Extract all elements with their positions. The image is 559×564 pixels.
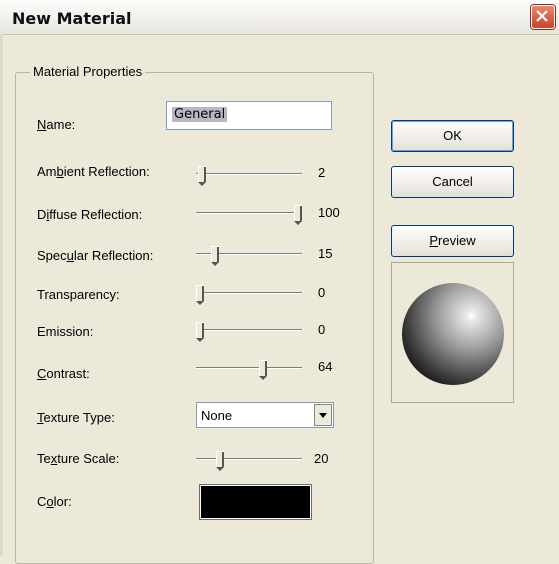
specular-reflection-slider[interactable]	[196, 246, 302, 266]
color-label: Color:	[37, 494, 72, 509]
title-bar: New Material	[0, 0, 559, 35]
texture-type-value: None	[201, 408, 233, 423]
slider-track	[196, 458, 302, 460]
slider-thumb[interactable]	[215, 451, 224, 471]
diffuse-reflection-label: Diffuse Reflection:	[37, 207, 143, 222]
slider-thumb[interactable]	[294, 205, 302, 225]
cancel-button[interactable]: Cancel	[391, 166, 514, 198]
specular-reflection-label: Specular Reflection:	[37, 248, 154, 263]
name-label-rest: ame:	[46, 117, 76, 132]
slider-thumb[interactable]	[196, 322, 204, 342]
preview-panel	[391, 262, 514, 403]
texture-type-label: Texture Type:	[37, 410, 115, 425]
slider-thumb[interactable]	[197, 166, 206, 186]
emission-slider[interactable]	[196, 322, 302, 342]
window-title: New Material	[12, 9, 132, 28]
close-button[interactable]	[531, 5, 555, 29]
ok-button[interactable]: OK	[391, 120, 514, 152]
name-value: General	[172, 107, 228, 122]
transparency-slider[interactable]	[196, 285, 302, 305]
slider-track	[196, 329, 302, 331]
emission-label: Emission:	[37, 324, 94, 339]
slider-track	[196, 212, 302, 214]
material-properties-group	[15, 72, 374, 564]
slider-thumb[interactable]	[210, 246, 219, 266]
slider-track	[196, 173, 302, 175]
ambient-reflection-label: Ambient Reflection:	[37, 164, 150, 179]
color-swatch[interactable]	[200, 485, 311, 519]
transparency-value: 0	[318, 285, 326, 300]
name-label: Name:	[37, 117, 76, 132]
window-border	[0, 34, 3, 556]
texture-scale-label: Texture Scale:	[37, 451, 120, 466]
transparency-label: Transparency:	[37, 287, 120, 302]
slider-thumb[interactable]	[196, 285, 204, 305]
group-label: Material Properties	[30, 64, 146, 79]
slider-track	[196, 367, 302, 369]
texture-scale-slider[interactable]	[196, 451, 302, 471]
specular-reflection-value: 15	[318, 246, 333, 261]
diffuse-reflection-slider[interactable]	[196, 205, 302, 225]
ambient-reflection-slider[interactable]	[196, 166, 302, 186]
chevron-down-icon[interactable]	[314, 404, 332, 426]
sphere-preview	[402, 283, 504, 385]
contrast-value: 64	[318, 359, 333, 374]
diffuse-reflection-value: 100	[318, 205, 340, 220]
emission-value: 0	[318, 322, 326, 337]
slider-track	[196, 292, 302, 294]
preview-button[interactable]: Preview	[391, 225, 514, 257]
texture-scale-value: 20	[314, 451, 329, 466]
close-icon	[536, 10, 548, 22]
slider-thumb[interactable]	[258, 360, 267, 380]
ambient-reflection-value: 2	[318, 165, 326, 180]
contrast-label: Contrast:	[37, 366, 90, 381]
texture-type-select[interactable]: None	[196, 402, 334, 428]
contrast-slider[interactable]	[196, 360, 302, 380]
name-field[interactable]: General	[166, 101, 332, 130]
